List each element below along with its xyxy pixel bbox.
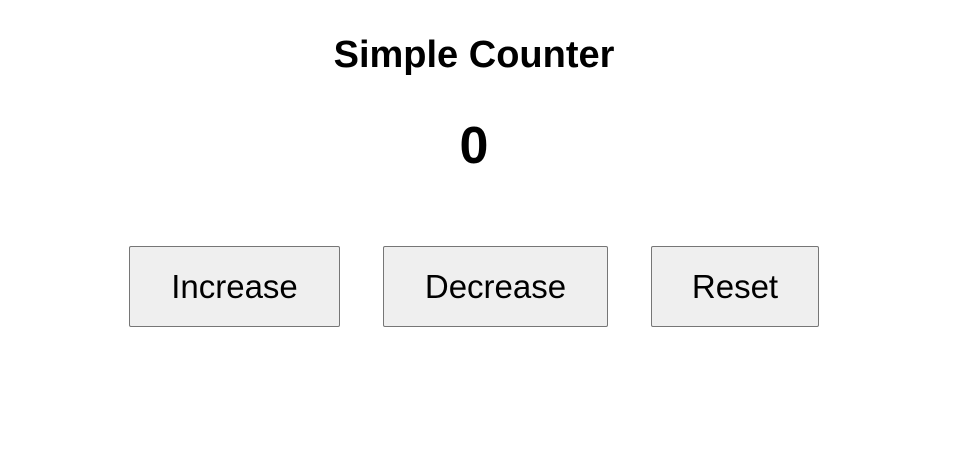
counter-app: Simple Counter 0 Increase Decrease Reset bbox=[0, 0, 978, 458]
counter-value: 0 bbox=[459, 117, 489, 175]
decrease-button[interactable]: Decrease bbox=[383, 246, 608, 327]
increase-button[interactable]: Increase bbox=[129, 246, 340, 327]
page-title: Simple Counter bbox=[333, 34, 615, 76]
reset-button[interactable]: Reset bbox=[651, 246, 819, 327]
